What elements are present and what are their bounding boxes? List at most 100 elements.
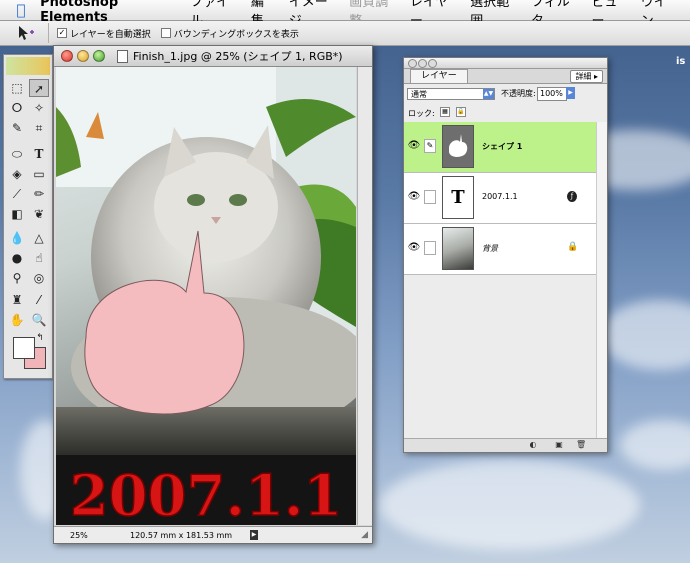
bounding-box-checkbox[interactable] xyxy=(160,28,171,38)
palette-bottom-bar: ◐ ▣ 🗑 xyxy=(404,438,607,452)
shape-tool-icon[interactable]: ⬭ xyxy=(7,145,27,163)
sharpen-tool-icon[interactable]: △ xyxy=(29,229,49,247)
palette-close-button[interactable] xyxy=(408,59,417,68)
vertical-scrollbar[interactable] xyxy=(357,67,372,525)
zoom-button[interactable] xyxy=(93,50,105,62)
image-canvas[interactable]: 2007.1.1 xyxy=(56,67,356,525)
selection-brush-icon[interactable]: ✎ xyxy=(7,119,27,137)
more-options-label: 詳細 xyxy=(575,72,592,81)
blur-tool-icon[interactable]: 💧 xyxy=(7,229,27,247)
close-button[interactable] xyxy=(61,50,73,62)
visibility-eye-icon[interactable]: 👁 xyxy=(407,191,421,203)
document-titlebar[interactable]: Finish_1.jpg @ 25% (シェイプ 1, RGB*) xyxy=(54,46,372,67)
resize-grip-icon[interactable]: ◢ xyxy=(361,530,368,540)
toolbox: ⬚ ➚ ⵔ ✧ ✎ ⌗ ⬭ T ◈ ▭ ⟋ ✏ ◧ ❦ 💧 △ ● ☝ ⚲ ◎ … xyxy=(3,54,53,379)
type-tool-icon[interactable]: T xyxy=(29,145,49,163)
magic-wand-icon[interactable]: ✧ xyxy=(29,99,49,117)
status-menu-arrow-icon[interactable]: ▶ xyxy=(250,530,258,540)
opacity-slider-button[interactable]: ▶ xyxy=(566,87,575,99)
document-icon xyxy=(117,49,128,63)
layers-palette: レイヤー 詳細 ▸ 通常 ▲▼ 不透明度: 100% ▶ ロック: ▦ 🔒 👁 … xyxy=(403,57,608,453)
canvas-artwork: 2007.1.1 xyxy=(56,67,356,525)
minimize-button[interactable] xyxy=(77,50,89,62)
auto-select-label: レイヤーを自動選択 xyxy=(70,29,151,40)
new-layer-icon[interactable]: ▣ xyxy=(554,440,564,450)
palette-zoom-button[interactable] xyxy=(428,59,437,68)
desktop-corner-text: is xyxy=(676,56,686,67)
divider xyxy=(48,23,49,43)
move-tool-icon[interactable]: ➚ xyxy=(29,79,49,97)
sponge-tool-icon[interactable]: ● xyxy=(7,249,27,267)
elements-logo xyxy=(6,57,50,75)
zoom-tool-icon[interactable]: 🔍 xyxy=(29,311,49,329)
menu-bar:  Photoshop Elements ファイル 編集 イメージ 画質調整 レ… xyxy=(0,0,690,29)
pencil-tool-icon[interactable]: ✏ xyxy=(29,185,49,203)
text-style-icon: ƒ xyxy=(567,191,577,202)
apple-icon[interactable]:  xyxy=(14,2,28,18)
hand-tool-icon[interactable]: ✋ xyxy=(7,311,27,329)
crop-tool-icon[interactable]: ⌗ xyxy=(29,119,49,137)
paint-bucket-icon[interactable]: ◈ xyxy=(7,165,27,183)
layer-name[interactable]: シェイプ 1 xyxy=(482,141,522,152)
palette-titlebar[interactable] xyxy=(404,58,607,69)
layer-thumbnail xyxy=(442,125,474,168)
text-layer-thumbnail-icon: T xyxy=(442,176,474,219)
bounding-box-label: バウンディングボックスを表示 xyxy=(173,29,299,40)
adjustment-layer-icon[interactable]: ◐ xyxy=(528,440,538,450)
palette-minimize-button[interactable] xyxy=(418,59,427,68)
lock-all-checkbox[interactable]: 🔒 xyxy=(456,107,466,117)
lasso-tool-icon[interactable]: ⵔ xyxy=(7,99,27,117)
window-controls xyxy=(61,50,109,62)
smudge-tool-icon[interactable]: ☝ xyxy=(29,249,49,267)
document-window: Finish_1.jpg @ 25% (シェイプ 1, RGB*) 2007.1… xyxy=(53,45,373,544)
visibility-eye-icon[interactable]: 👁 xyxy=(407,242,421,254)
auto-select-checkbox[interactable]: ✓ xyxy=(57,28,67,38)
cloud xyxy=(380,460,640,550)
lock-label: ロック: xyxy=(408,109,435,118)
cloud xyxy=(620,420,690,470)
layers-scrollbar[interactable] xyxy=(596,122,607,438)
layer-link-box[interactable] xyxy=(424,241,436,255)
tab-layers[interactable]: レイヤー xyxy=(410,69,468,83)
cloud xyxy=(600,300,690,370)
opacity-input[interactable]: 100% xyxy=(537,87,567,101)
dodge-tool-icon[interactable]: ⚲ xyxy=(7,269,27,287)
auto-select-layer-option[interactable]: ✓ レイヤーを自動選択 xyxy=(57,27,151,40)
brush-tool-icon[interactable]: ⟋ xyxy=(7,185,27,203)
clone-stamp-icon[interactable]: ♜ xyxy=(7,291,27,309)
layer-row-shape[interactable]: 👁 ✎ シェイプ 1 xyxy=(404,122,596,173)
impressionist-brush-icon[interactable]: ❦ xyxy=(29,205,49,223)
eraser-tool-icon[interactable]: ◧ xyxy=(7,205,27,223)
opacity-label: 不透明度: xyxy=(501,89,536,98)
red-eye-tool-icon[interactable]: ◎ xyxy=(29,269,49,287)
layer-thumbnail xyxy=(442,227,474,270)
document-status-bar: 25% 120.57 mm x 181.53 mm ▶ ◢ xyxy=(54,526,372,543)
swap-colors-icon[interactable]: ↰ xyxy=(34,333,46,343)
lock-transparency-checkbox[interactable]: ▦ xyxy=(440,107,450,117)
layer-row-text[interactable]: 👁 T 2007.1.1 ƒ xyxy=(404,173,596,224)
palette-tab-row: レイヤー 詳細 ▸ xyxy=(404,69,607,84)
document-dimensions: 120.57 mm x 181.53 mm xyxy=(130,530,233,540)
lock-icon: 🔒 xyxy=(567,242,579,252)
eyedropper-icon[interactable]: ⁄ xyxy=(29,291,49,309)
zoom-level[interactable]: 25% xyxy=(70,531,130,540)
more-options-button[interactable]: 詳細 ▸ xyxy=(570,70,603,83)
document-title: Finish_1.jpg @ 25% (シェイプ 1, RGB*) xyxy=(133,50,343,63)
canvas-date-text[interactable]: 2007.1.1 xyxy=(69,462,343,525)
options-bar: ✓ レイヤーを自動選択 バウンディングボックスを表示 xyxy=(0,21,690,46)
trash-icon[interactable]: 🗑 xyxy=(576,440,586,450)
blend-mode-arrow-icon: ▲▼ xyxy=(483,89,494,99)
bounding-box-option[interactable]: バウンディングボックスを表示 xyxy=(160,27,299,40)
brush-link-icon[interactable]: ✎ xyxy=(424,139,436,153)
foreground-color-swatch[interactable] xyxy=(13,337,35,359)
move-tool-icon[interactable] xyxy=(16,24,36,42)
layer-name[interactable]: 2007.1.1 xyxy=(482,192,518,201)
visibility-eye-icon[interactable]: 👁 xyxy=(407,140,421,152)
layer-row-background[interactable]: 👁 背景 🔒 xyxy=(404,224,596,275)
marquee-tool-icon[interactable]: ⬚ xyxy=(7,79,27,97)
blend-mode-select[interactable]: 通常 ▲▼ xyxy=(407,88,495,100)
layer-link-box[interactable] xyxy=(424,190,436,204)
layer-name[interactable]: 背景 xyxy=(482,243,498,254)
blend-mode-value: 通常 xyxy=(411,90,427,99)
gradient-tool-icon[interactable]: ▭ xyxy=(29,165,49,183)
